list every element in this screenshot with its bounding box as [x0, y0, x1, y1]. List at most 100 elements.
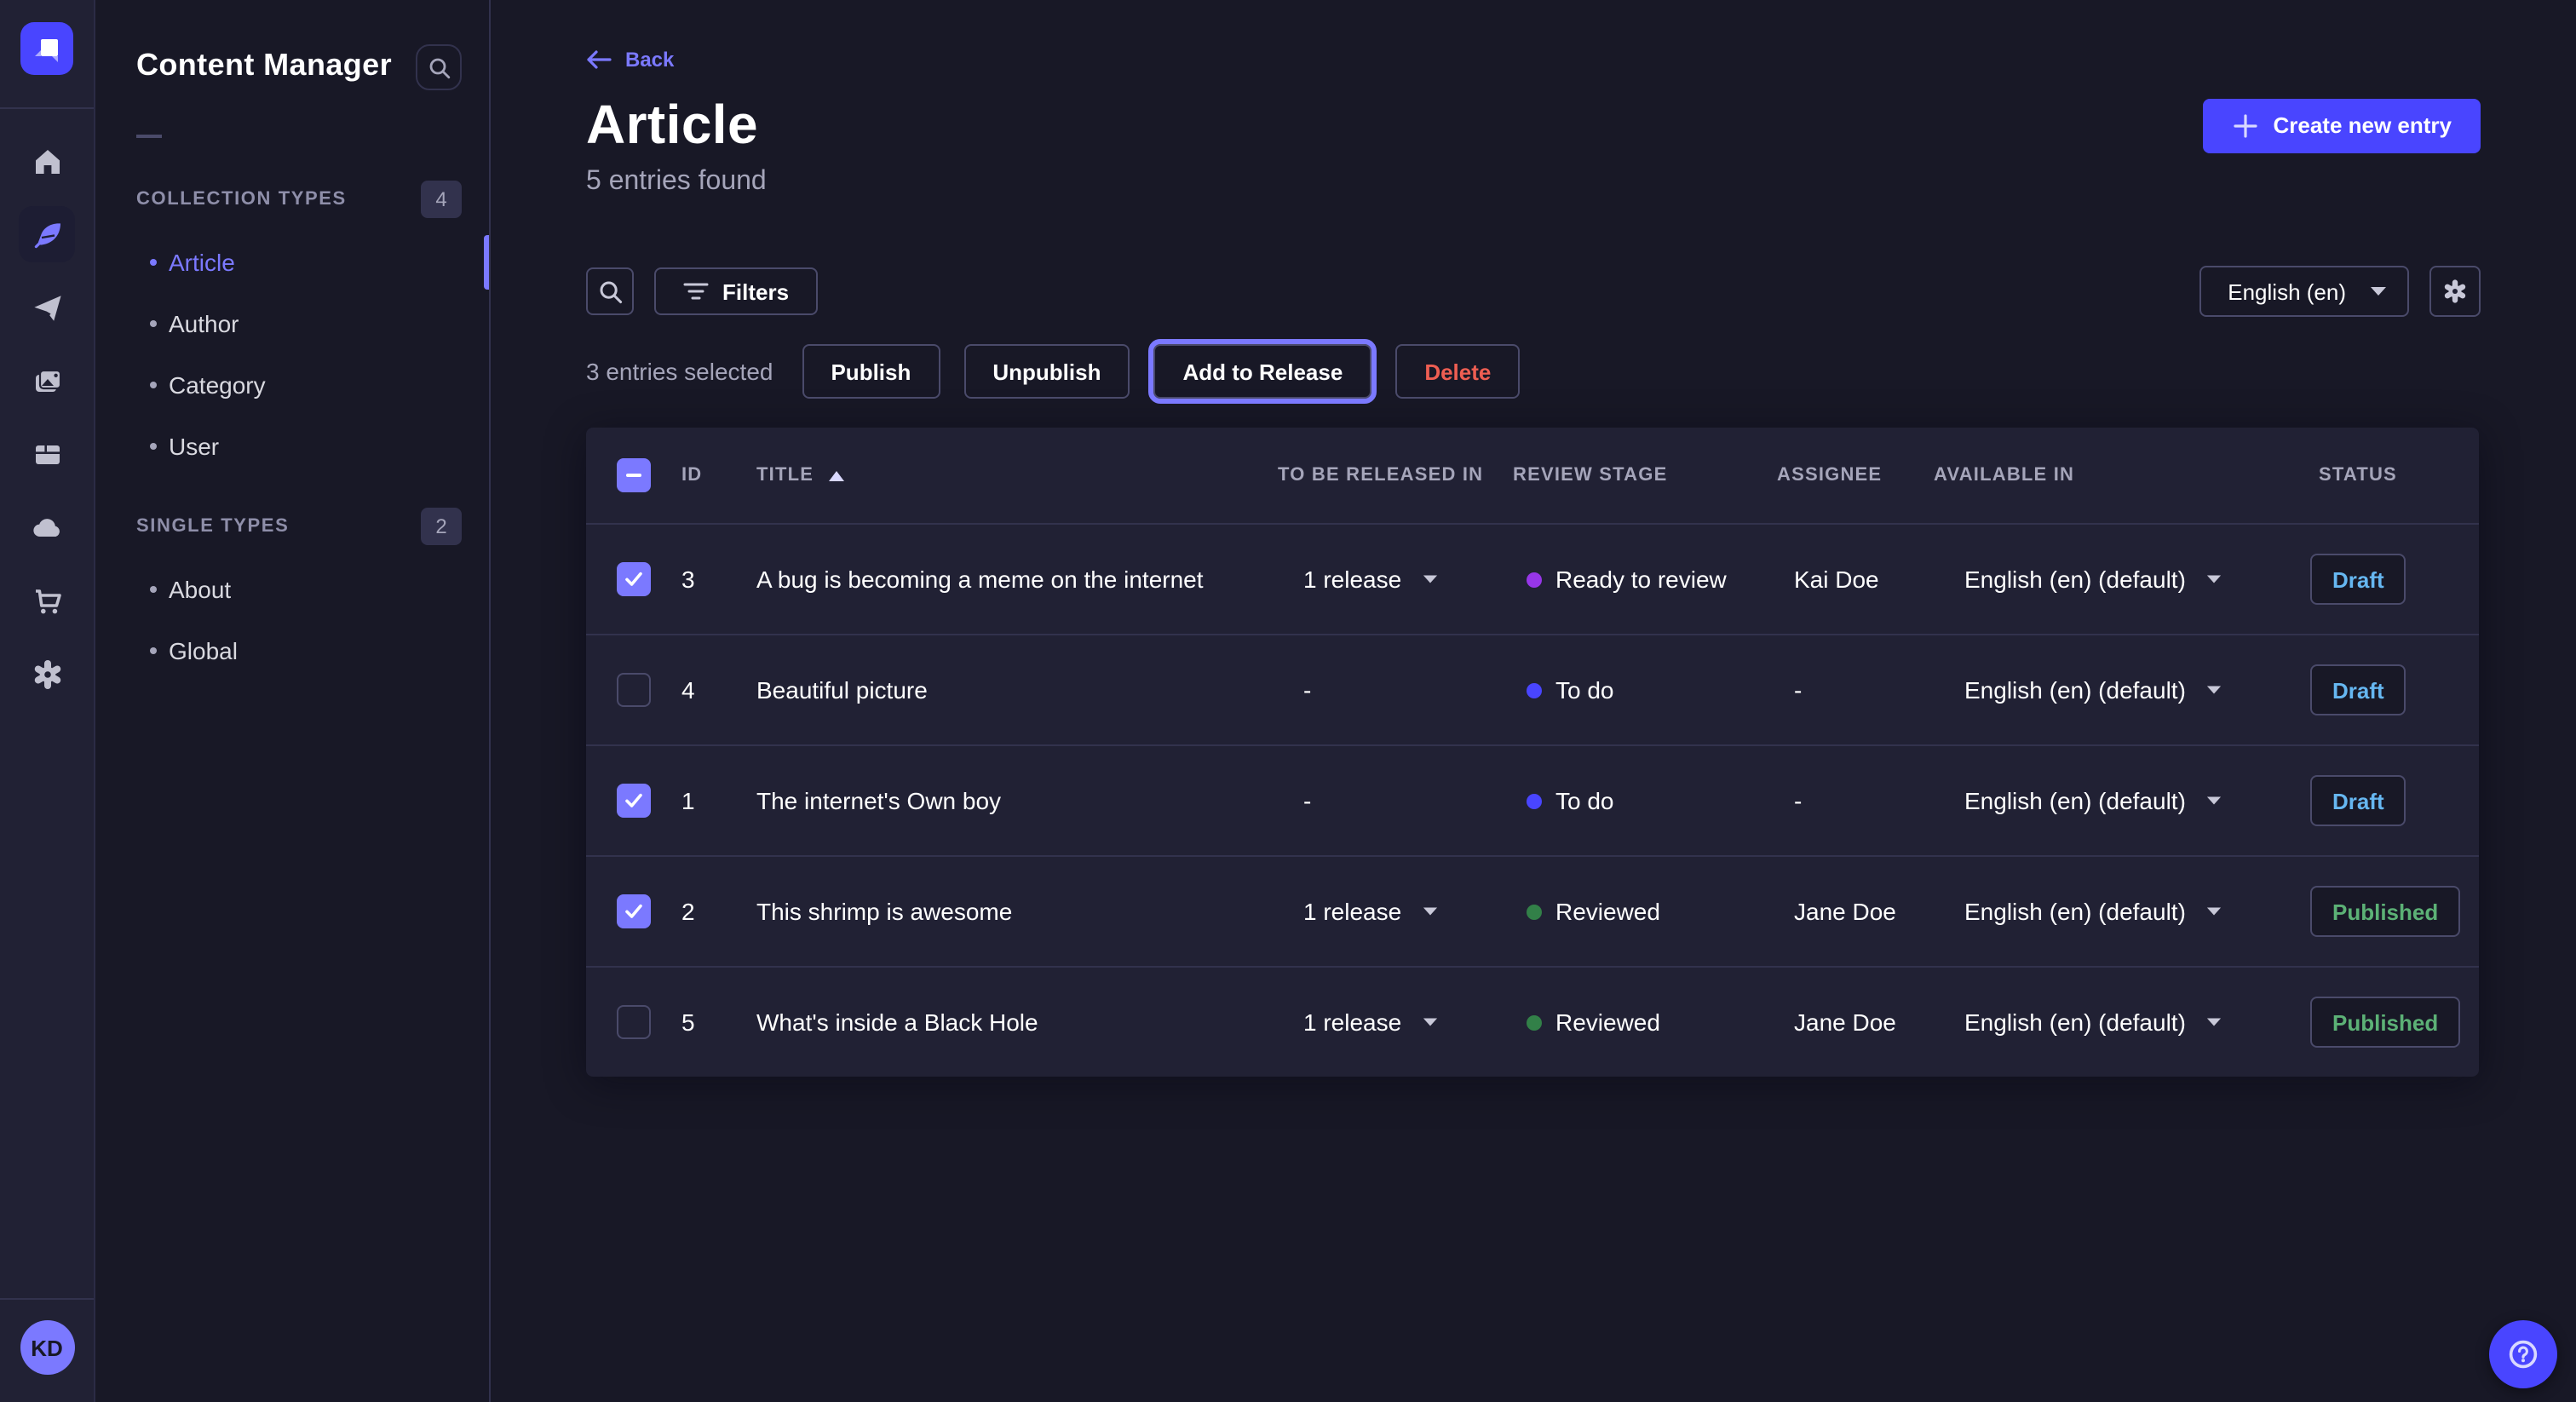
row-checkbox[interactable]: [617, 894, 651, 928]
chevron-down-icon: [1422, 1017, 1437, 1027]
sidebar-item-article[interactable]: Article: [95, 232, 489, 293]
locale-dropdown[interactable]: English (en) (default): [1964, 1008, 2222, 1036]
page-title: Article: [586, 94, 758, 157]
status-badge: Published: [2310, 886, 2460, 937]
stage-dot: [1527, 572, 1542, 587]
check-icon: [624, 790, 644, 811]
cell-title: What's inside a Black Hole: [756, 1008, 1038, 1036]
locale-dropdown[interactable]: English (en) (default): [1964, 566, 2222, 593]
header-title-sort[interactable]: TITLE: [756, 465, 844, 486]
bullet-icon: [150, 259, 157, 266]
back-link[interactable]: Back: [586, 48, 674, 72]
feather-content-icon[interactable]: [19, 206, 75, 262]
filters-button[interactable]: Filters: [654, 267, 818, 315]
header-status[interactable]: STATUS: [2319, 465, 2397, 486]
layout-window-icon[interactable]: [19, 426, 75, 482]
media-library-icon[interactable]: [19, 353, 75, 409]
row-checkbox[interactable]: [617, 562, 651, 596]
bullet-icon: [150, 320, 157, 327]
stage-dot: [1527, 1014, 1542, 1030]
locale-dropdown[interactable]: English (en) (default): [1964, 676, 2222, 704]
sidebar-item-global[interactable]: Global: [95, 620, 489, 681]
create-new-entry-button[interactable]: Create new entry: [2203, 98, 2481, 152]
shopping-cart-icon[interactable]: [19, 572, 75, 629]
section-label-single-types: SINGLE TYPES: [136, 516, 289, 537]
filter-icon: [683, 281, 709, 302]
header-to-be-released-in[interactable]: TO BE RELEASED IN: [1278, 465, 1483, 486]
section-label-collection-types: COLLECTION TYPES: [136, 189, 347, 210]
stage-dot: [1527, 682, 1542, 698]
locale-dropdown[interactable]: English (en) (default): [1964, 787, 2222, 814]
user-avatar[interactable]: KD: [20, 1320, 74, 1375]
select-all-checkbox[interactable]: [617, 458, 651, 492]
release-dropdown[interactable]: 1 release: [1303, 1008, 1437, 1036]
cell-assignee: -: [1794, 787, 1802, 814]
strapi-logo[interactable]: [20, 22, 73, 75]
question-help-icon: [2506, 1337, 2540, 1371]
row-checkbox[interactable]: [617, 673, 651, 707]
stage-dot: [1527, 904, 1542, 919]
sidebar-item-author[interactable]: Author: [95, 293, 489, 354]
paper-plane-icon[interactable]: [19, 279, 75, 336]
cell-review-stage: To do: [1555, 787, 1614, 814]
single-types-count-badge: 2: [421, 508, 462, 545]
chevron-down-icon: [2206, 574, 2222, 584]
sidebar-item-category[interactable]: Category: [95, 354, 489, 416]
home-icon[interactable]: [19, 133, 75, 189]
header-assignee[interactable]: ASSIGNEE: [1777, 465, 1882, 486]
table-row: 2 This shrimp is awesome 1 release Revie…: [586, 855, 2479, 966]
cloud-icon[interactable]: [19, 499, 75, 555]
table-body: 3 A bug is becoming a meme on the intern…: [586, 523, 2479, 1077]
table-row: 1 The internet's Own boy - To do - Engli…: [586, 744, 2479, 855]
locale-select[interactable]: English (en): [2199, 266, 2409, 317]
entries-count-text: 5 entries found: [586, 167, 2481, 198]
content-manager-subnav: Content Manager COLLECTION TYPES 4 Artic…: [95, 0, 491, 1402]
sidebar-item-about[interactable]: About: [95, 559, 489, 620]
header-review-stage[interactable]: REVIEW STAGE: [1513, 465, 1667, 486]
locale-dropdown[interactable]: English (en) (default): [1964, 898, 2222, 925]
row-checkbox[interactable]: [617, 1005, 651, 1039]
sidebar-item-user[interactable]: User: [95, 416, 489, 477]
table-row: 4 Beautiful picture - To do - English (e…: [586, 634, 2479, 744]
header-id[interactable]: ID: [681, 465, 702, 486]
indeterminate-icon: [624, 465, 644, 486]
cell-assignee: -: [1794, 676, 1802, 704]
chevron-down-icon: [1422, 574, 1437, 584]
release-dropdown[interactable]: -: [1303, 676, 1311, 704]
row-checkbox[interactable]: [617, 784, 651, 818]
gear-icon[interactable]: [19, 646, 75, 702]
chevron-down-icon: [2206, 685, 2222, 695]
search-icon: [597, 279, 623, 304]
subnav-search-button[interactable]: [416, 44, 462, 90]
collection-types-count-badge: 4: [421, 181, 462, 218]
check-icon: [624, 901, 644, 922]
unpublish-button[interactable]: Unpublish: [963, 344, 1130, 399]
status-badge: Draft: [2310, 775, 2406, 826]
cell-title: This shrimp is awesome: [756, 898, 1012, 925]
view-settings-button[interactable]: [2429, 266, 2481, 317]
active-indicator: [484, 235, 489, 290]
cell-assignee: Kai Doe: [1794, 566, 1879, 593]
arrow-left-icon: [586, 49, 612, 70]
delete-button[interactable]: Delete: [1395, 344, 1520, 399]
table-header-row: ID TITLE TO BE RELEASED IN REVIEW STAGE …: [586, 428, 2479, 523]
chevron-down-icon: [1422, 906, 1437, 916]
cell-id: 2: [681, 898, 695, 925]
add-to-release-button[interactable]: Add to Release: [1153, 344, 1371, 399]
cell-review-stage: Ready to review: [1555, 566, 1727, 593]
release-dropdown[interactable]: -: [1303, 787, 1311, 814]
help-button[interactable]: [2489, 1320, 2557, 1388]
table-row: 5 What's inside a Black Hole 1 release R…: [586, 966, 2479, 1077]
divider: [0, 1298, 94, 1300]
table-search-button[interactable]: [586, 267, 634, 315]
check-icon: [624, 569, 644, 589]
bullet-icon: [150, 382, 157, 388]
header-available-in[interactable]: AVAILABLE IN: [1934, 465, 2074, 486]
release-dropdown[interactable]: 1 release: [1303, 566, 1437, 593]
release-dropdown[interactable]: 1 release: [1303, 898, 1437, 925]
plus-icon: [2232, 112, 2259, 139]
search-icon: [427, 55, 451, 79]
status-badge: Published: [2310, 997, 2460, 1048]
rail-nav: [19, 124, 75, 710]
publish-button[interactable]: Publish: [802, 344, 940, 399]
